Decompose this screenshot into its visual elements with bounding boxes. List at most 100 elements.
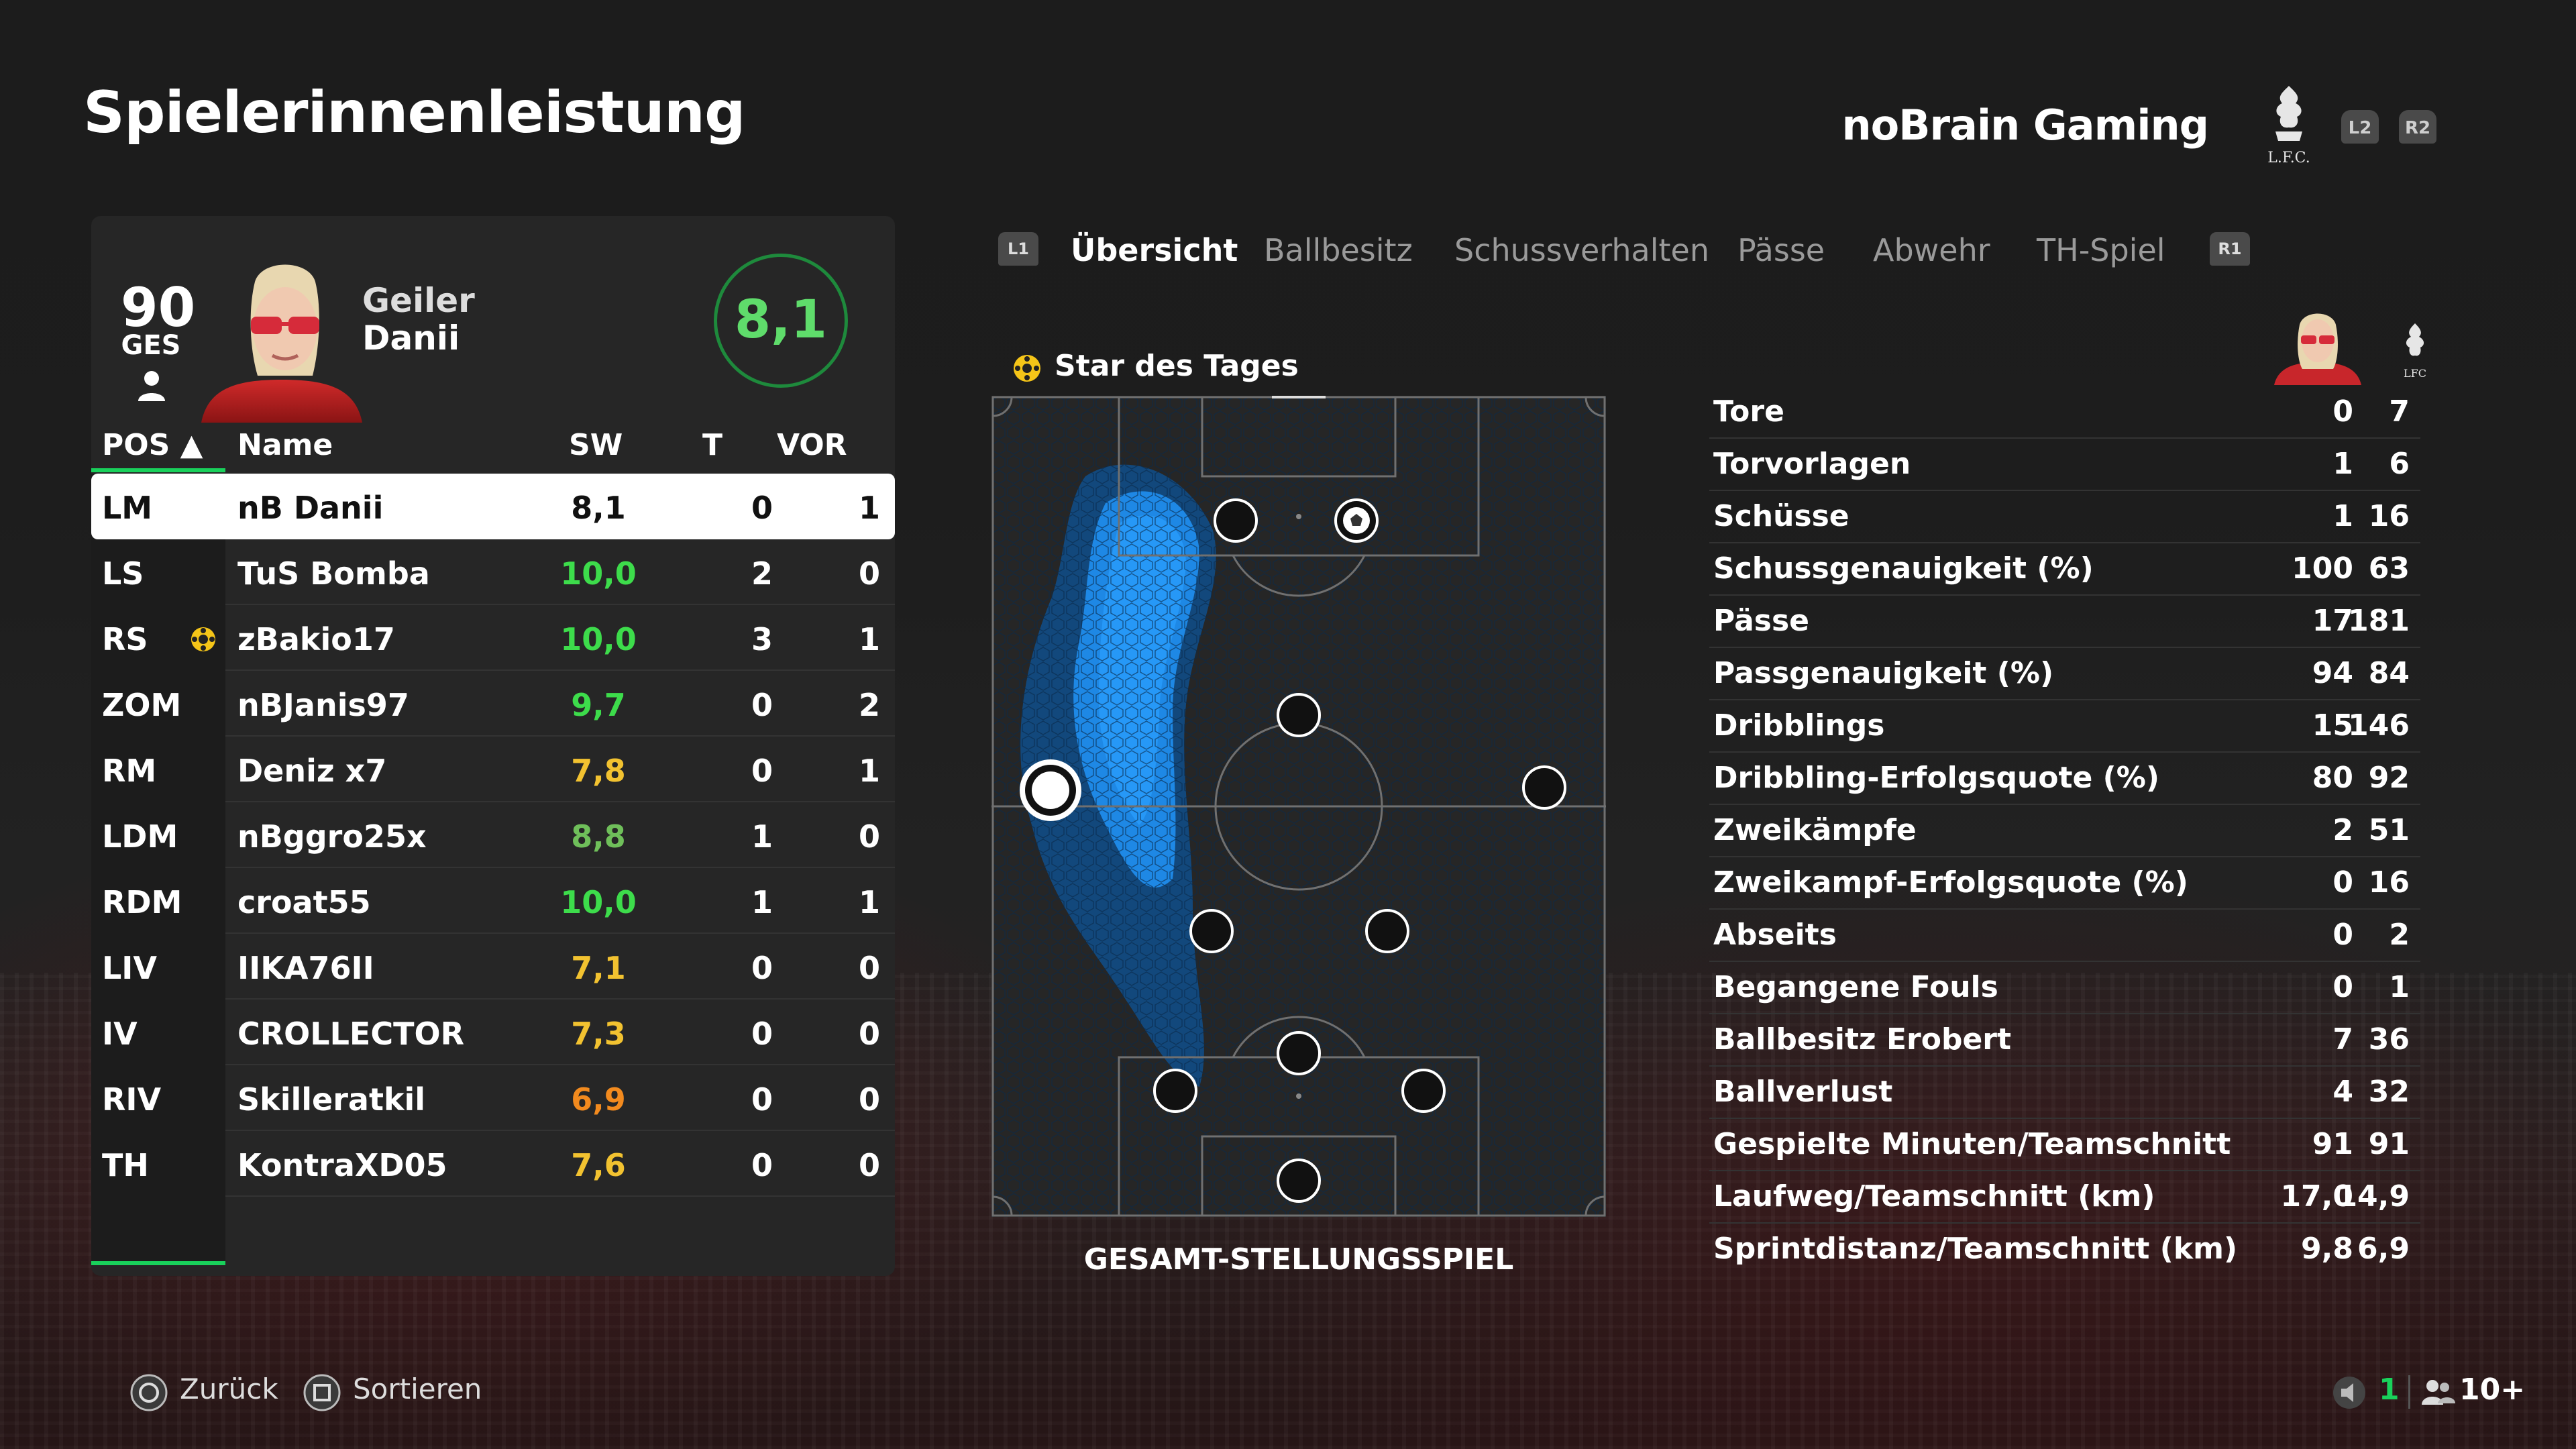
r1-tab-button[interactable]: R1 <box>2210 232 2250 266</box>
table-row[interactable]: LS TuS Bomba 10,0 2 0 <box>91 539 895 605</box>
row-goals: 0 <box>751 1081 773 1118</box>
stat-player-value: 9,8 <box>2301 1232 2353 1266</box>
table-row[interactable]: LM nB Danii 8,1 0 1 <box>91 474 895 539</box>
teammate-marker <box>1365 909 1409 953</box>
stat-team-value: 63 <box>2368 551 2410 586</box>
row-pos: LS <box>102 555 144 592</box>
stat-team-value: 7 <box>2389 394 2410 429</box>
table-header: POS ▲ Name SW T VOR <box>91 423 895 470</box>
row-name: nB Danii <box>237 490 384 526</box>
tab-schussverhalten[interactable]: Schussverhalten <box>1454 232 1709 268</box>
player-table: LM nB Danii 8,1 0 1 LS TuS Bomba 10,0 2 … <box>91 474 895 1197</box>
stat-player-value: 100 <box>2292 551 2353 586</box>
row-pos: RM <box>102 753 157 789</box>
teammate-marker <box>1401 1069 1446 1113</box>
table-row[interactable]: ZOM nBJanis97 9,7 0 2 <box>91 671 895 737</box>
stat-team-value: 181 <box>2348 604 2410 638</box>
col-header-name[interactable]: Name <box>237 428 333 462</box>
positioning-heatmap <box>991 396 1606 1217</box>
table-row[interactable]: RIV Skilleratkil 6,9 0 0 <box>91 1065 895 1131</box>
stat-label: Gespielte Minuten/Teamschnitt <box>1713 1127 2231 1161</box>
stat-row: Begangene Fouls 0 1 <box>1709 962 2420 1014</box>
stat-player-value: 0 <box>2332 865 2353 900</box>
stat-label: Schüsse <box>1713 499 1849 533</box>
stat-player-value: 0 <box>2332 394 2353 429</box>
heatmap-label: GESAMT-STELLUNGSSPIEL <box>1083 1242 1514 1277</box>
row-pos: LM <box>102 490 153 526</box>
teammate-marker <box>1522 765 1566 810</box>
row-goals: 1 <box>751 884 773 920</box>
circle-button-icon[interactable] <box>129 1373 169 1413</box>
teammate-marker <box>1153 1069 1197 1113</box>
stat-label: Zweikampf-Erfolgsquote (%) <box>1713 865 2188 900</box>
l1-tab-button[interactable]: L1 <box>998 232 1038 266</box>
footer-divider <box>2408 1375 2410 1409</box>
stat-row: Ballbesitz Erobert 7 36 <box>1709 1014 2420 1067</box>
stat-label: Passgenauigkeit (%) <box>1713 656 2054 690</box>
stat-label: Tore <box>1713 394 1784 429</box>
teammate-marker <box>1277 693 1321 737</box>
stat-team-value: 146 <box>2348 708 2410 743</box>
row-name: nBJanis97 <box>237 687 409 723</box>
player-first-name: Geiler <box>362 281 475 320</box>
row-assists: 0 <box>858 1147 880 1183</box>
stat-row: Gespielte Minuten/Teamschnitt 91 91 <box>1709 1119 2420 1171</box>
table-row[interactable]: RS zBakio17 10,0 3 1 <box>91 605 895 671</box>
table-row[interactable]: LIV IIKA76II 7,1 0 0 <box>91 934 895 1000</box>
row-goals: 0 <box>751 1016 773 1052</box>
l2-trigger-button[interactable]: L2 <box>2341 110 2379 144</box>
row-pos: RDM <box>102 884 182 920</box>
stat-label: Zweikämpfe <box>1713 813 1917 847</box>
stat-team-value: 92 <box>2368 761 2410 795</box>
tab-paesse[interactable]: Pässe <box>1737 232 1825 268</box>
col-header-sw[interactable]: SW <box>569 428 623 462</box>
row-rating: 10,0 <box>560 884 637 920</box>
stat-player-value: 94 <box>2312 656 2353 690</box>
stat-team-value: 84 <box>2368 656 2410 690</box>
stat-player-value: 2 <box>2332 813 2353 847</box>
tab-abwehr[interactable]: Abwehr <box>1873 232 1990 268</box>
stat-team-value: 6 <box>2389 447 2410 481</box>
stat-row: Abseits 0 2 <box>1709 910 2420 962</box>
stat-row: Tore 0 7 <box>1709 386 2420 439</box>
col-header-vor[interactable]: VOR <box>777 428 847 462</box>
player-portrait <box>201 264 362 423</box>
row-assists: 1 <box>858 753 880 789</box>
r2-trigger-button[interactable]: R2 <box>2399 110 2436 144</box>
stat-row: Pässe 17 181 <box>1709 596 2420 648</box>
row-assists: 1 <box>858 621 880 657</box>
row-name: nBggro25x <box>237 818 427 855</box>
tab-uebersicht[interactable]: Übersicht <box>1071 232 1238 268</box>
sort-button[interactable]: Sortieren <box>353 1373 482 1405</box>
stat-team-value: 16 <box>2368 499 2410 533</box>
table-row[interactable]: RDM croat55 10,0 1 1 <box>91 868 895 934</box>
back-button[interactable]: Zurück <box>180 1373 278 1405</box>
teammate-marker <box>1189 909 1234 953</box>
player-match-rating: 8,1 <box>714 254 848 388</box>
stat-label: Sprintdistanz/Teamschnitt (km) <box>1713 1232 2238 1266</box>
stat-player-value: 80 <box>2312 761 2353 795</box>
stat-player-value: 7 <box>2332 1022 2353 1057</box>
tab-th-spiel[interactable]: TH-Spiel <box>2037 232 2165 268</box>
stat-label: Ballbesitz Erobert <box>1713 1022 2012 1057</box>
table-row[interactable]: RM Deniz x7 7,8 0 1 <box>91 737 895 802</box>
row-goals: 1 <box>751 818 773 855</box>
stat-row: Sprintdistanz/Teamschnitt (km) 9,8 6,9 <box>1709 1224 2420 1276</box>
col-header-pos[interactable]: POS ▲ <box>102 428 203 462</box>
square-button-icon[interactable] <box>302 1373 342 1413</box>
table-row[interactable]: LDM nBggro25x 8,8 1 0 <box>91 802 895 868</box>
selected-player-marker <box>1020 759 1081 821</box>
tab-ballbesitz[interactable]: Ballbesitz <box>1264 232 1413 268</box>
table-row[interactable]: IV CROLLECTOR 7,3 0 0 <box>91 1000 895 1065</box>
row-name: Skilleratkil <box>237 1081 426 1118</box>
col-header-t[interactable]: T <box>692 428 733 462</box>
stats-table: Tore 0 7 Torvorlagen 1 6 Schüsse 1 16 Schussge… <box>1709 386 2420 1276</box>
row-assists: 1 <box>858 490 880 526</box>
svg-text:LFC: LFC <box>2404 367 2426 380</box>
voice-chat-icon <box>2333 1377 2365 1409</box>
stat-label: Laufweg/Teamschnitt (km) <box>1713 1179 2155 1214</box>
table-row[interactable]: TH KontraXD05 7,6 0 0 <box>91 1131 895 1197</box>
row-pos: IV <box>102 1016 138 1052</box>
player-name: Geiler Danii <box>362 282 475 357</box>
row-rating: 7,6 <box>571 1147 626 1183</box>
